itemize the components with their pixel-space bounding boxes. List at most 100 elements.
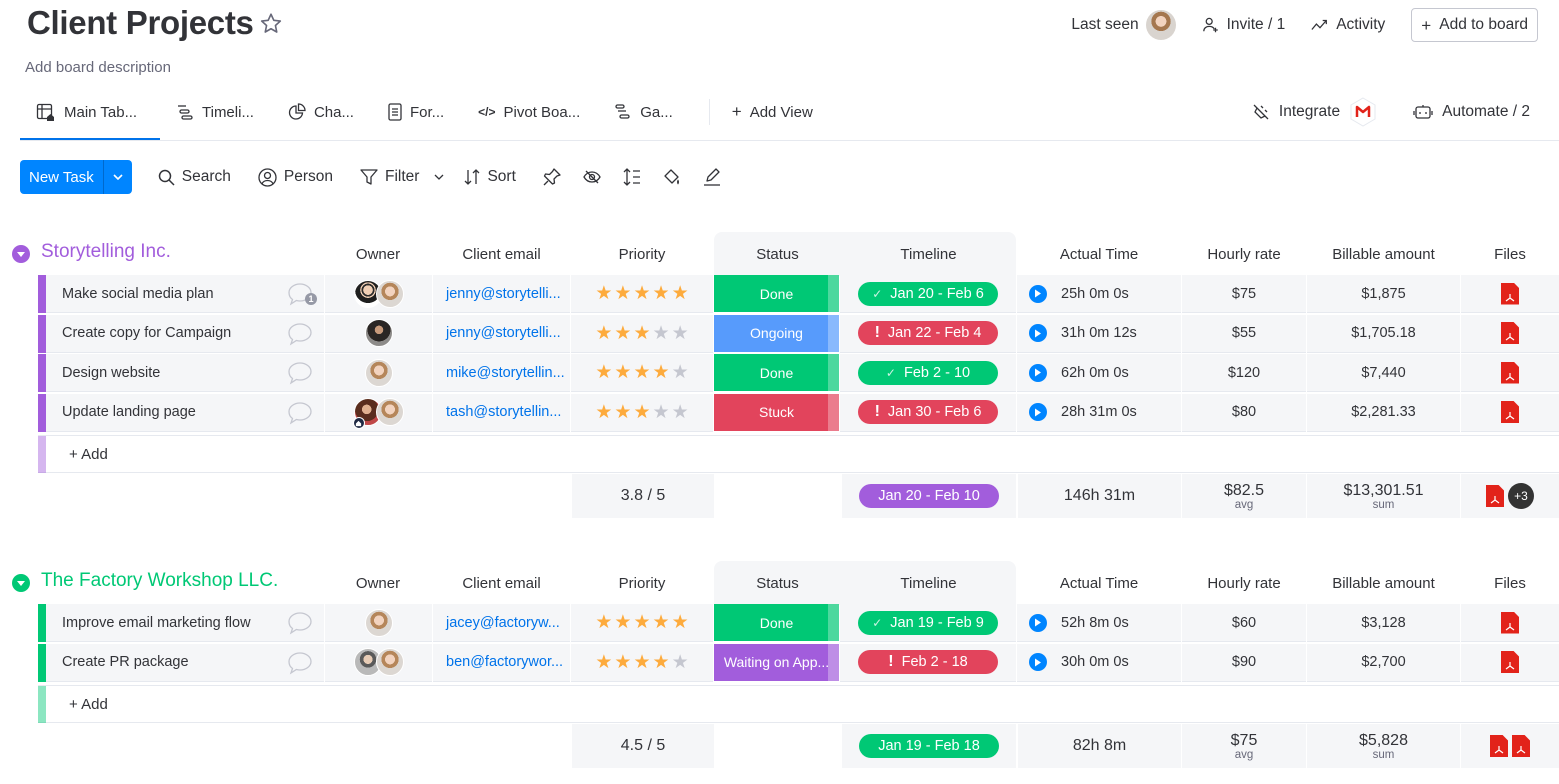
column-header-billable[interactable]: Billable amount [1307, 575, 1460, 592]
hourly-rate[interactable]: $120 [1182, 354, 1306, 392]
star-icon[interactable]: ★ [595, 324, 612, 343]
pdf-file-icon[interactable] [1512, 735, 1530, 757]
column-header-status[interactable]: Status [714, 575, 841, 592]
column-header-timeline[interactable]: Timeline [841, 246, 1016, 263]
star-icon[interactable]: ★ [595, 403, 612, 422]
client-email-link[interactable]: jacey@factoryw... [433, 604, 570, 642]
add-item-button[interactable]: + Add [69, 446, 108, 463]
client-email-link[interactable]: jenny@storytelli... [433, 275, 570, 313]
hourly-rate[interactable]: $80 [1182, 393, 1306, 432]
invite-button[interactable]: Invite / 1 [1202, 16, 1285, 34]
activity-button[interactable]: Activity [1311, 16, 1385, 34]
status-label[interactable]: Done [714, 275, 839, 313]
avatar[interactable] [1145, 10, 1176, 40]
tab-main-table[interactable]: Main Tab... [20, 90, 160, 140]
star-icon[interactable]: ★ [672, 324, 689, 343]
tab-form[interactable]: For... [372, 90, 462, 134]
files-cell[interactable] [1461, 275, 1559, 313]
avatar[interactable] [364, 319, 393, 347]
star-icon[interactable]: ★ [653, 324, 670, 343]
status-label[interactable]: Stuck [714, 393, 839, 432]
board-description[interactable]: Add board description [25, 59, 171, 76]
files-cell[interactable] [1461, 314, 1559, 353]
timeline-summary-pill[interactable]: Jan 19 - Feb 18 [859, 734, 999, 758]
status-label[interactable]: Done [714, 354, 839, 392]
status-label[interactable]: Waiting on App... [714, 643, 839, 682]
star-icon[interactable]: ★ [633, 363, 650, 382]
star-icon[interactable]: ★ [595, 613, 612, 632]
tab-gantt[interactable]: Ga... [598, 90, 691, 134]
play-timer-icon[interactable] [1029, 324, 1047, 342]
pdf-file-icon[interactable] [1501, 322, 1519, 344]
owner-cell[interactable] [325, 604, 432, 642]
avatar[interactable] [364, 608, 393, 637]
star-icon[interactable]: ★ [614, 324, 631, 343]
owner-cell[interactable] [325, 275, 432, 313]
comments-button[interactable] [276, 354, 324, 392]
collapse-group-toggle[interactable] [12, 574, 30, 592]
column-header-hourly-rate[interactable]: Hourly rate [1182, 246, 1306, 263]
timeline-pill[interactable]: ! Jan 30 - Feb 6 [858, 400, 998, 424]
star-icon[interactable]: ★ [672, 363, 689, 382]
star-icon[interactable]: ★ [633, 403, 650, 422]
timeline-pill[interactable]: ✓ Jan 19 - Feb 9 [858, 610, 998, 635]
more-files-badge[interactable]: +3 [1508, 483, 1534, 509]
add-to-board-button[interactable]: + Add to board [1411, 8, 1538, 42]
comments-button[interactable] [276, 315, 324, 353]
pin-icon[interactable] [542, 167, 562, 187]
column-header-files[interactable]: Files [1461, 246, 1559, 263]
column-header-billable[interactable]: Billable amount [1307, 246, 1460, 263]
play-timer-icon[interactable] [1029, 653, 1047, 671]
priority-rating[interactable]: ★ ★ ★ ★ ★ [571, 314, 713, 353]
pdf-file-icon[interactable] [1501, 401, 1519, 423]
star-icon[interactable]: ★ [653, 284, 670, 303]
timeline-cell[interactable]: ! Jan 22 - Feb 4 [840, 314, 1016, 353]
star-icon[interactable]: ★ [633, 613, 650, 632]
hourly-rate[interactable]: $75 [1182, 275, 1306, 313]
formatting-icon[interactable] [702, 167, 722, 187]
pdf-file-icon[interactable] [1501, 651, 1519, 673]
star-icon[interactable]: ★ [614, 284, 631, 303]
column-header-timeline[interactable]: Timeline [841, 575, 1016, 592]
color-fill-icon[interactable] [662, 167, 682, 187]
column-header-actual-time[interactable]: Actual Time [1017, 575, 1181, 592]
star-icon[interactable]: ★ [614, 653, 631, 672]
timeline-cell[interactable]: ! Jan 30 - Feb 6 [840, 393, 1016, 432]
filter-button[interactable]: Filter [360, 168, 444, 186]
owner-cell[interactable] [325, 643, 432, 682]
timeline-pill[interactable]: ! Jan 22 - Feb 4 [858, 321, 998, 345]
favorite-star-icon[interactable] [258, 11, 284, 37]
timeline-pill[interactable]: ✓ Jan 20 - Feb 6 [858, 281, 998, 306]
play-timer-icon[interactable] [1029, 613, 1047, 632]
timeline-cell[interactable]: ✓ Jan 19 - Feb 9 [840, 604, 1016, 642]
pdf-file-icon[interactable] [1486, 485, 1504, 507]
star-icon[interactable]: ★ [653, 613, 670, 632]
column-header-email[interactable]: Client email [432, 575, 571, 592]
column-header-owner[interactable]: Owner [340, 575, 416, 592]
star-icon[interactable]: ★ [614, 403, 631, 422]
priority-rating[interactable]: ★ ★ ★ ★ ★ [571, 354, 713, 392]
star-icon[interactable]: ★ [614, 363, 631, 382]
star-icon[interactable]: ★ [595, 284, 612, 303]
avatar[interactable] [375, 648, 404, 676]
add-item-button[interactable]: + Add [69, 696, 108, 713]
add-item-row[interactable]: + Add [38, 435, 1559, 473]
play-timer-icon[interactable] [1029, 284, 1047, 303]
tab-timeline[interactable]: Timeli... [160, 90, 272, 134]
star-icon[interactable]: ★ [672, 613, 689, 632]
chevron-down-icon[interactable] [434, 174, 444, 180]
play-timer-icon[interactable] [1029, 403, 1047, 421]
board-title[interactable]: Client Projects [27, 4, 254, 42]
comments-button[interactable] [276, 394, 324, 432]
star-icon[interactable]: ★ [653, 363, 670, 382]
owner-cell[interactable] [325, 354, 432, 392]
client-email-link[interactable]: mike@storytellin... [433, 354, 570, 392]
column-header-hourly-rate[interactable]: Hourly rate [1182, 575, 1306, 592]
sort-button[interactable]: Sort [464, 168, 516, 186]
owner-cell[interactable] [325, 393, 432, 432]
files-cell[interactable] [1461, 604, 1559, 642]
timeline-pill[interactable]: ! Feb 2 - 18 [858, 650, 998, 674]
hourly-rate[interactable]: $60 [1182, 604, 1306, 642]
priority-rating[interactable]: ★ ★ ★ ★ ★ [571, 393, 713, 432]
avatar[interactable] [375, 279, 404, 308]
